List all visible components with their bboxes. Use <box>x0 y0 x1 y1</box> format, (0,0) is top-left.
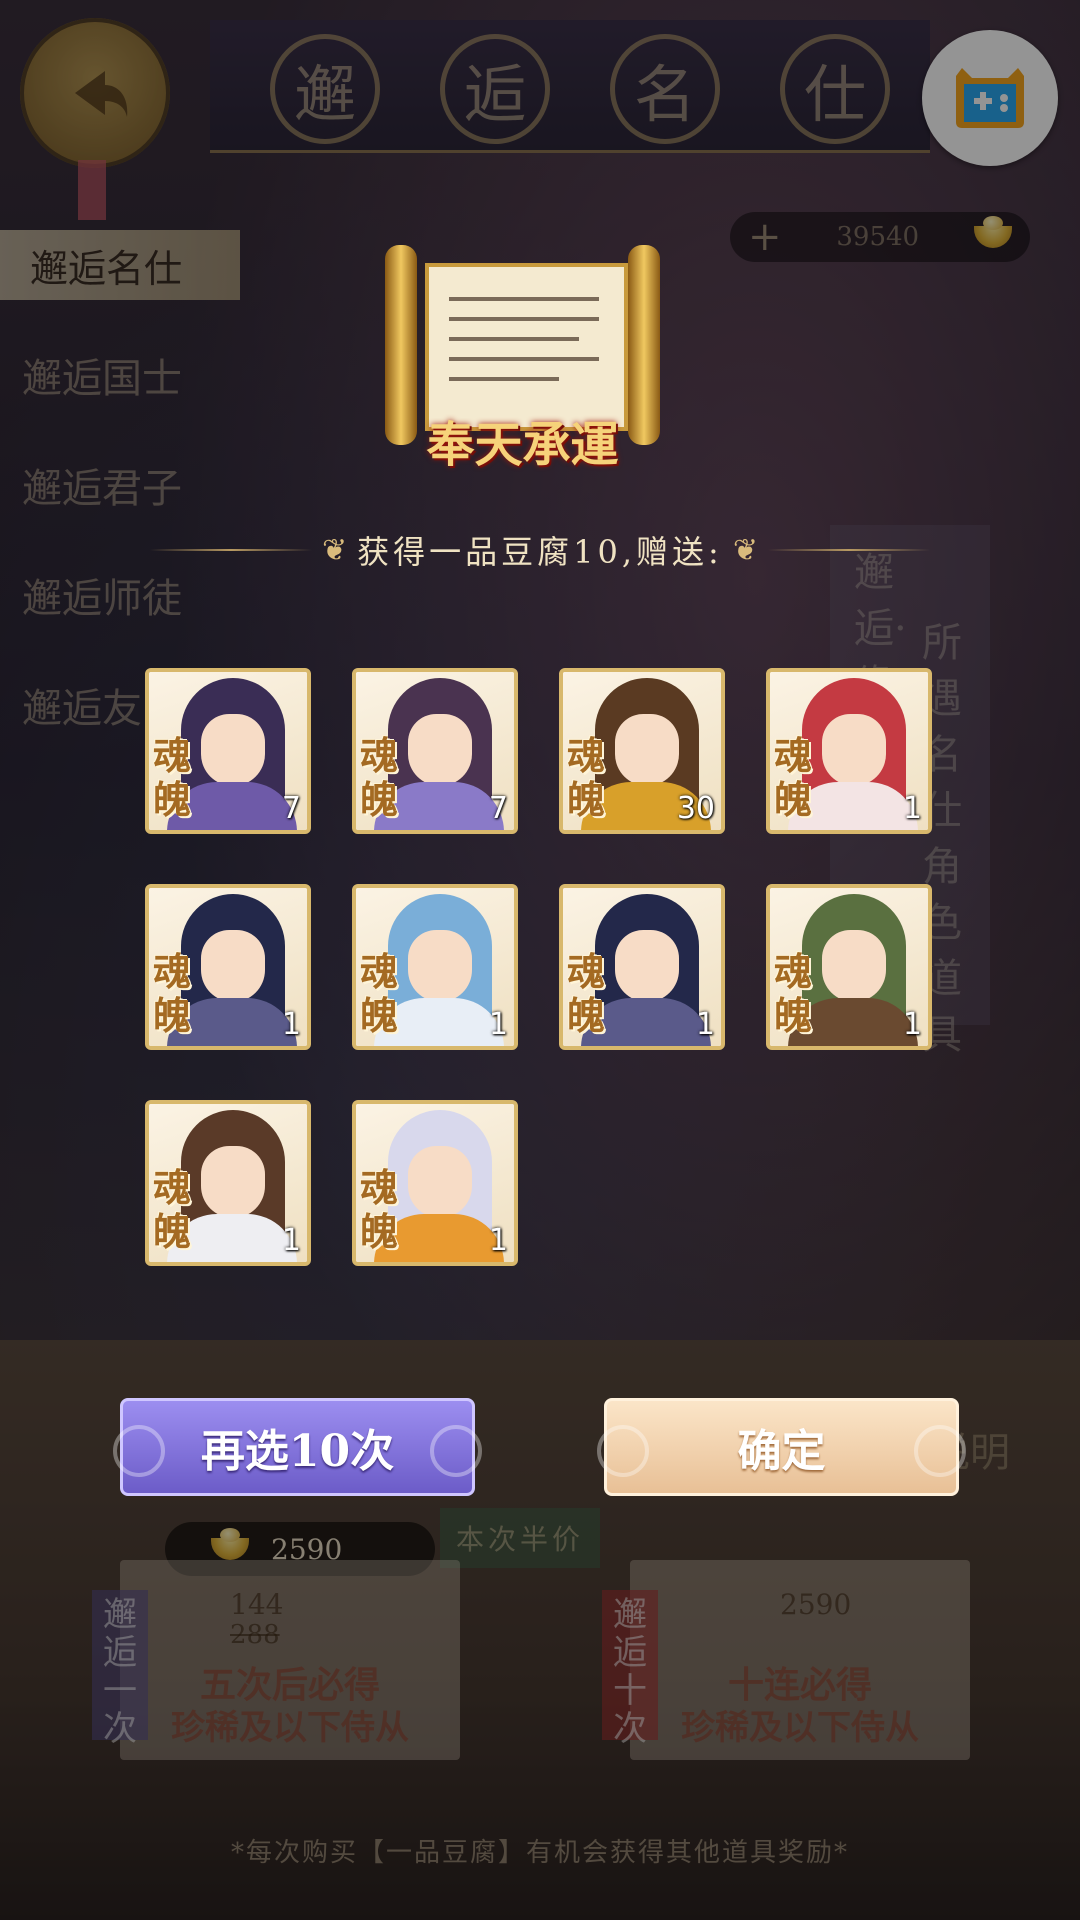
reward-card[interactable]: 魂魄 1 <box>766 884 932 1050</box>
item-count: 1 <box>488 1007 508 1042</box>
imperial-edict-icon: 奉天承運 <box>385 235 660 473</box>
soul-label: 魂魄 <box>360 1165 399 1254</box>
soul-label: 魂魄 <box>567 949 606 1038</box>
item-count: 1 <box>902 1007 922 1042</box>
reward-card[interactable]: 魂魄 1 <box>145 884 311 1050</box>
item-count: 7 <box>488 791 508 826</box>
button-ornament-icon <box>914 1425 966 1477</box>
reward-card[interactable]: 魂魄 30 <box>559 668 725 834</box>
soul-label: 魂魄 <box>774 949 813 1038</box>
reward-card[interactable]: 魂魄 1 <box>559 884 725 1050</box>
item-count: 1 <box>281 1007 301 1042</box>
reward-card[interactable]: 魂魄 1 <box>352 884 518 1050</box>
reward-card[interactable]: 魂魄 1 <box>145 1100 311 1266</box>
character-portrait <box>201 930 265 1002</box>
character-portrait <box>822 930 886 1002</box>
character-portrait <box>201 1146 265 1218</box>
button-ornament-icon <box>430 1425 482 1477</box>
item-count: 1 <box>281 1223 301 1258</box>
reward-header: ❦ 获得一品豆腐10,赠送: ❦ <box>150 522 930 578</box>
soul-label: 魂魄 <box>153 1165 192 1254</box>
reward-card[interactable]: 魂魄 7 <box>145 668 311 834</box>
character-portrait <box>822 714 886 786</box>
confirm-label: 确定 <box>737 1426 826 1477</box>
soul-label: 魂魄 <box>153 949 192 1038</box>
soul-label: 魂魄 <box>360 949 399 1038</box>
item-count: 1 <box>488 1223 508 1258</box>
character-portrait <box>615 930 679 1002</box>
character-portrait <box>408 930 472 1002</box>
edict-title: 奉天承運 <box>426 417 619 473</box>
reward-header-text: 获得一品豆腐10,赠送: <box>357 533 723 571</box>
swirl-ornament-icon: ❦ <box>322 532 348 568</box>
soul-label: 魂魄 <box>360 733 399 822</box>
item-count: 30 <box>676 791 715 826</box>
item-count: 1 <box>902 791 922 826</box>
character-portrait <box>408 1146 472 1218</box>
soul-label: 魂魄 <box>153 733 192 822</box>
reward-card[interactable]: 魂魄 1 <box>352 1100 518 1266</box>
soul-label: 魂魄 <box>567 733 606 822</box>
swirl-ornament-icon: ❦ <box>732 532 758 568</box>
button-ornament-icon <box>113 1425 165 1477</box>
button-ornament-icon <box>597 1425 649 1477</box>
character-portrait <box>408 714 472 786</box>
item-count: 1 <box>695 1007 715 1042</box>
item-count: 7 <box>281 791 301 826</box>
confirm-button[interactable]: 确定 <box>597 1398 966 1496</box>
reward-card[interactable]: 魂魄 7 <box>352 668 518 834</box>
soul-label: 魂魄 <box>774 733 813 822</box>
draw-again-label: 再选10次 <box>200 1426 395 1477</box>
reward-card[interactable]: 魂魄 1 <box>766 668 932 834</box>
draw-again-button[interactable]: 再选10次 <box>113 1398 482 1496</box>
character-portrait <box>615 714 679 786</box>
character-portrait <box>201 714 265 786</box>
